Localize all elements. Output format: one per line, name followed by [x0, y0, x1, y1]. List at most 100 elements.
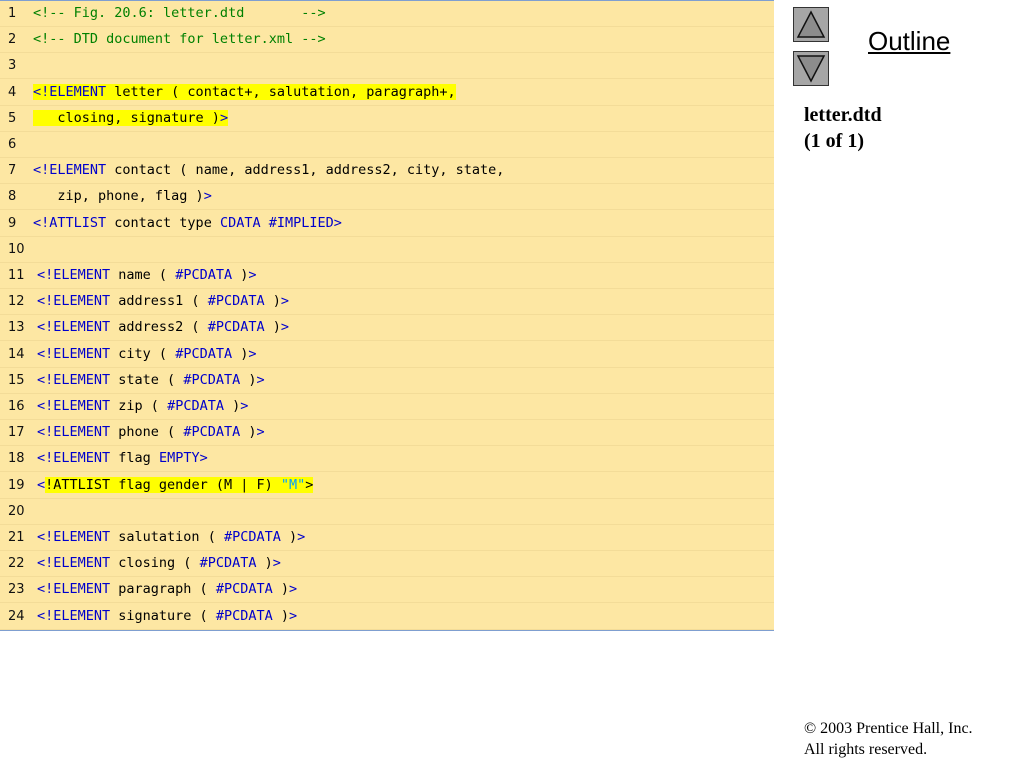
- code-token: !ATTLIST flag gender (M | F): [45, 476, 281, 493]
- line-number: 24: [8, 608, 25, 624]
- code-line: 7 <!ELEMENT contact ( name, address1, add…: [0, 158, 774, 185]
- code-token: CDATA #IMPLIED>: [219, 214, 342, 231]
- code-token: <!ELEMENT: [37, 319, 111, 336]
- code-line: 16 <!ELEMENT zip ( #PCDATA )>: [0, 394, 774, 420]
- line-number: 23: [8, 582, 25, 598]
- code-token: #PCDATA: [175, 267, 233, 283]
- code-line: 8 zip, phone, flag )>: [0, 184, 774, 211]
- code-token: paragraph (: [110, 581, 216, 598]
- code-line: 22 <!ELEMENT closing ( #PCDATA )>: [0, 551, 774, 578]
- line-number: 1: [8, 6, 17, 21]
- code-line: 13 <!ELEMENT address2 ( #PCDATA )>: [0, 315, 774, 342]
- code-line: 14 <!ELEMENT city ( #PCDATA )>: [0, 342, 774, 368]
- code-line: 4 <!ELEMENT letter ( contact+, salutation…: [0, 80, 774, 106]
- code-token: >: [256, 424, 265, 441]
- line-number: 13: [8, 320, 25, 336]
- code-token: signature (: [110, 607, 216, 624]
- code-token: <!ELEMENT: [37, 424, 111, 441]
- code-token: zip (: [110, 398, 168, 414]
- code-token: flag: [110, 450, 159, 467]
- code-token: #PCDATA: [215, 607, 273, 624]
- code-token: state (: [110, 371, 184, 388]
- code-token: >: [305, 476, 314, 493]
- code-token: <!ELEMENT: [37, 450, 111, 467]
- code-text: <!ATTLIST flag gender (M | F) "M">: [37, 476, 314, 494]
- code-token: name (: [110, 267, 176, 283]
- code-token: ): [280, 529, 298, 545]
- code-line: 10: [0, 237, 774, 263]
- code-token: >: [289, 607, 298, 624]
- code-text: <!ELEMENT address2 ( #PCDATA )>: [37, 319, 289, 336]
- code-listing-panel: 1 <!-- Fig. 20.6: letter.dtd --> 2 <!-- DTD…: [0, 0, 774, 631]
- code-line: 15 <!ELEMENT state ( #PCDATA )>: [0, 368, 774, 394]
- code-token: contact ( name, address1, address2, city…: [106, 162, 505, 179]
- code-token: ): [240, 424, 257, 441]
- code-token: <!ELEMENT: [37, 581, 111, 598]
- code-token: >: [203, 188, 212, 205]
- code-token: <!ELEMENT: [37, 345, 111, 362]
- code-line: 12 <!ELEMENT address1 ( #PCDATA )>: [0, 289, 774, 316]
- code-token: >: [272, 555, 281, 572]
- code-text: <!-- Fig. 20.6: letter.dtd -->: [33, 5, 326, 22]
- code-token: ): [272, 581, 289, 598]
- code-line: 3: [0, 53, 774, 80]
- code-token: #PCDATA: [183, 371, 241, 388]
- code-token: <!ELEMENT: [33, 83, 107, 100]
- line-number: 9: [8, 215, 17, 231]
- next-slide-button[interactable]: [793, 51, 829, 86]
- code-token: ): [232, 267, 249, 283]
- code-token: ): [240, 371, 257, 388]
- code-token: >: [248, 345, 257, 362]
- code-text: <!ELEMENT letter ( contact+, salutation,…: [33, 83, 456, 101]
- code-token: >: [219, 109, 229, 126]
- line-number: 4: [8, 84, 17, 100]
- page-indicator: (1 of 1): [804, 130, 864, 152]
- code-token: #PCDATA: [167, 398, 224, 414]
- code-text: <!ELEMENT city ( #PCDATA )>: [37, 346, 257, 363]
- file-title-block: letter.dtd (1 of 1): [804, 102, 882, 154]
- code-token: closing (: [110, 555, 200, 572]
- code-text: <!ELEMENT contact ( name, address1, addr…: [33, 162, 504, 179]
- triangle-up-icon: [796, 10, 826, 38]
- code-token: #PCDATA: [223, 529, 281, 545]
- code-token: <: [37, 476, 46, 493]
- code-token: #PCDATA: [207, 319, 265, 336]
- code-text: closing, signature )>: [33, 109, 229, 127]
- code-token: <!ELEMENT: [37, 555, 111, 572]
- copyright-text: © 2003 Prentice Hall, Inc.: [804, 720, 973, 737]
- code-token: ): [264, 293, 281, 310]
- code-token: ): [223, 398, 241, 414]
- code-token: >: [248, 267, 257, 283]
- code-line: 18 <!ELEMENT flag EMPTY>: [0, 446, 774, 473]
- code-token: <!ELEMENT: [37, 398, 111, 414]
- code-token: #PCDATA: [207, 293, 265, 310]
- code-token: city (: [110, 345, 176, 362]
- code-line: 17 <!ELEMENT phone ( #PCDATA )>: [0, 420, 774, 447]
- code-line: 11 <!ELEMENT name ( #PCDATA )>: [0, 263, 774, 289]
- line-number: 8: [8, 189, 17, 205]
- line-number: 18: [8, 451, 25, 467]
- code-line: 5 closing, signature )>: [0, 106, 774, 132]
- code-token: "M": [280, 476, 306, 493]
- code-text: <!ELEMENT phone ( #PCDATA )>: [37, 424, 265, 441]
- code-text: <!ELEMENT zip ( #PCDATA )>: [37, 398, 248, 415]
- previous-slide-button[interactable]: [793, 7, 829, 42]
- code-token: <!ELEMENT: [37, 607, 111, 624]
- code-token: ): [272, 607, 289, 624]
- line-number: 7: [8, 163, 17, 179]
- line-number: 3: [8, 58, 17, 74]
- code-text: <!ELEMENT signature ( #PCDATA )>: [37, 608, 297, 625]
- code-text: <!ELEMENT flag EMPTY>: [37, 450, 208, 467]
- code-line: 20: [0, 499, 774, 525]
- outline-link[interactable]: Outline: [868, 26, 950, 57]
- code-token: <!-- Fig. 20.6: letter.dtd -->: [33, 5, 326, 21]
- code-text: <!ELEMENT name ( #PCDATA )>: [37, 267, 257, 284]
- code-token: <!ELEMENT: [37, 293, 111, 310]
- copyright-notice: © 2003 Prentice Hall, Inc. All rights re…: [804, 718, 973, 760]
- code-token: >: [289, 581, 298, 598]
- code-text: <!ELEMENT closing ( #PCDATA )>: [37, 555, 281, 572]
- code-text: <!ELEMENT address1 ( #PCDATA )>: [37, 293, 289, 310]
- line-number: 16: [8, 399, 25, 414]
- code-token: >: [280, 319, 290, 336]
- code-token: ): [232, 345, 249, 362]
